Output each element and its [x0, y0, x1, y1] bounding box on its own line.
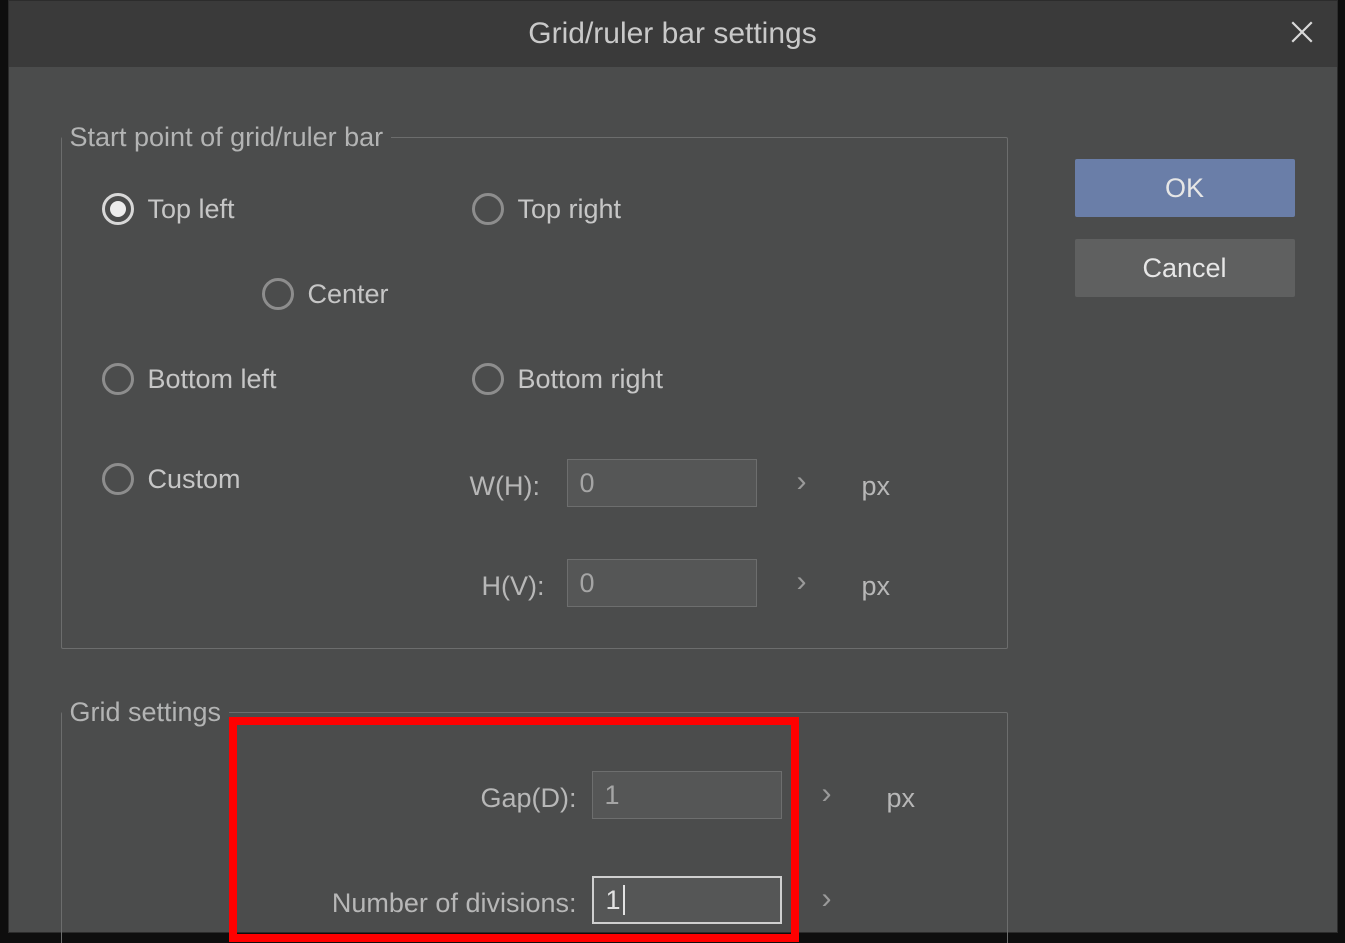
gap-input[interactable]	[592, 771, 782, 819]
dialog-body: OK Cancel Start point of grid/ruler bar …	[9, 67, 1337, 932]
radio-icon	[262, 278, 294, 310]
divisions-spin[interactable]: ›	[822, 882, 832, 916]
wh-input[interactable]	[567, 459, 757, 507]
radio-bottom-right[interactable]: Bottom right	[472, 363, 664, 395]
ok-button-label: OK	[1165, 173, 1204, 204]
hv-input[interactable]	[567, 559, 757, 607]
radio-label: Top right	[518, 194, 622, 225]
wh-unit: px	[862, 471, 891, 502]
radio-bottom-left[interactable]: Bottom left	[102, 363, 277, 395]
radio-icon	[102, 193, 134, 225]
divisions-input[interactable]: 1	[592, 876, 782, 924]
radio-custom[interactable]: Custom	[102, 463, 241, 495]
radio-label: Center	[308, 279, 389, 310]
gap-unit: px	[887, 783, 916, 814]
close-icon	[1289, 19, 1315, 50]
radio-icon	[102, 363, 134, 395]
grid-ruler-settings-dialog: Grid/ruler bar settings OK Cancel Start …	[8, 0, 1338, 933]
grid-settings-group: Grid settings Gap(D): › px Number of div…	[61, 697, 1008, 943]
gap-label: Gap(D):	[480, 783, 576, 814]
divisions-value: 1	[606, 885, 621, 916]
radio-label: Top left	[148, 194, 235, 225]
text-cursor	[623, 885, 625, 915]
gap-spin[interactable]: ›	[822, 777, 832, 811]
grid-settings-legend: Grid settings	[62, 697, 230, 728]
hv-unit: px	[862, 571, 891, 602]
hv-label: H(V):	[482, 571, 545, 602]
cancel-button-label: Cancel	[1142, 253, 1226, 284]
radio-icon	[472, 363, 504, 395]
divisions-label: Number of divisions:	[332, 888, 577, 919]
radio-icon	[102, 463, 134, 495]
wh-spin[interactable]: ›	[797, 465, 807, 499]
dialog-title: Grid/ruler bar settings	[528, 17, 816, 51]
radio-center[interactable]: Center	[262, 278, 389, 310]
close-button[interactable]	[1267, 1, 1337, 67]
wh-label: W(H):	[470, 471, 540, 502]
ok-button[interactable]: OK	[1075, 159, 1295, 217]
start-point-legend: Start point of grid/ruler bar	[62, 122, 392, 153]
start-point-group: Start point of grid/ruler bar Top left T…	[61, 122, 1008, 649]
cancel-button[interactable]: Cancel	[1075, 239, 1295, 297]
titlebar: Grid/ruler bar settings	[9, 1, 1337, 67]
hv-spin[interactable]: ›	[797, 565, 807, 599]
radio-label: Custom	[148, 464, 241, 495]
radio-top-right[interactable]: Top right	[472, 193, 622, 225]
radio-label: Bottom right	[518, 364, 664, 395]
radio-icon	[472, 193, 504, 225]
radio-label: Bottom left	[148, 364, 277, 395]
radio-top-left[interactable]: Top left	[102, 193, 235, 225]
